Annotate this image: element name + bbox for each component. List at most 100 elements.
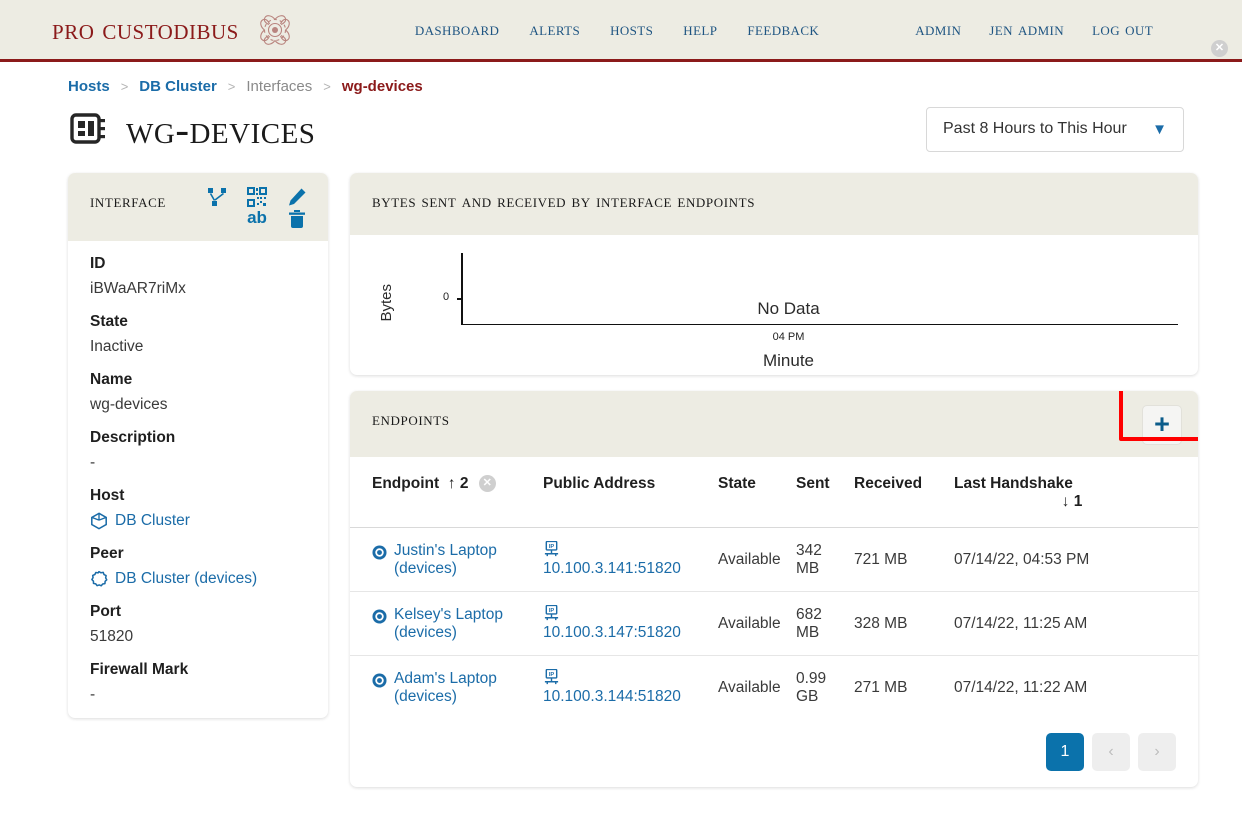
column-header-last-handshake[interactable]: Last Handshake ↓ 1 ✕	[954, 40, 1228, 528]
sort-order-last-handshake: 1	[1073, 493, 1083, 510]
endpoints-table-header: Endpoint ↑ 2 ✕ Public Address State Sent…	[350, 40, 1228, 528]
cell-received: 271 MB	[854, 655, 954, 719]
detail-value-port: 51820	[90, 628, 134, 645]
ip-device-icon: IP	[544, 605, 559, 621]
cell-public-address: IP 10.100.3.144:51820	[543, 655, 718, 719]
chart-panel-title: Bytes Sent and Received by Interface End…	[372, 191, 756, 212]
column-label-endpoint: Endpoint	[372, 475, 440, 492]
breadcrumb: Hosts > DB Cluster > Interfaces > wg-dev…	[0, 62, 1242, 95]
detail-value-state: Inactive	[90, 338, 144, 355]
ip-device-icon: IP	[544, 541, 559, 557]
nav-user-jen-admin[interactable]: Jen Admin	[989, 19, 1064, 41]
cell-last-handshake: 07/14/22, 11:22 AM	[954, 655, 1198, 719]
sort-arrow-endpoint: ↑	[447, 475, 456, 492]
nav-hosts[interactable]: Hosts	[610, 19, 653, 41]
breadcrumb-item-interfaces[interactable]: Interfaces	[246, 78, 312, 95]
cell-endpoint: Kelsey's Laptop (devices)	[350, 591, 543, 656]
cell-last-handshake: 07/14/22, 04:53 PM	[954, 527, 1198, 592]
cell-state: Available	[718, 591, 796, 656]
endpoint-status-icon	[372, 544, 387, 560]
chart-y-tick-0: 0	[443, 291, 464, 303]
main-content: Interface	[0, 40, 1242, 787]
right-column: Bytes Sent and Received by Interface End…	[350, 40, 1228, 787]
endpoint-link[interactable]: Kelsey's Laptop (devices)	[394, 606, 535, 642]
cell-endpoint: Adam's Laptop (devices)	[350, 655, 543, 719]
endpoint-status-icon	[372, 608, 387, 624]
bytes-chart-panel: Bytes Sent and Received by Interface End…	[350, 173, 1198, 375]
detail-label-state: State	[90, 313, 128, 330]
pagination-next-button[interactable]: ›	[1138, 733, 1176, 771]
interface-panel-title: Interface	[90, 191, 166, 212]
site-header: Pro Custodibus Dashboard Alerts Hosts He…	[0, 0, 1242, 62]
nav-admin[interactable]: Admin	[915, 19, 961, 41]
topology-icon[interactable]	[207, 187, 227, 207]
interface-panel: Interface	[68, 173, 328, 718]
endpoints-table-body: Justin's Laptop (devices) IP 10.100.3.14…	[350, 527, 1198, 719]
chart-x-tick-0: 04 PM	[772, 331, 805, 343]
public-address-link[interactable]: 10.100.3.144:51820	[543, 688, 710, 706]
ab-text-icon[interactable]: ab	[247, 209, 267, 229]
nav-feedback[interactable]: Feedback	[747, 19, 819, 41]
pagination-page-1[interactable]: 1	[1046, 733, 1084, 771]
detail-label-peer: Peer	[90, 545, 124, 562]
chart-x-axis-label: Minute	[762, 351, 815, 370]
trash-icon[interactable]	[287, 209, 307, 229]
detail-label-name: Name	[90, 371, 133, 388]
nav-help[interactable]: Help	[683, 19, 717, 41]
cube-icon	[91, 512, 107, 530]
sort-indicator-last-handshake[interactable]: ↓ 1 ✕	[954, 40, 1228, 511]
pagination-prev-button[interactable]: ‹	[1092, 733, 1130, 771]
column-header-state[interactable]: State	[718, 457, 796, 528]
detail-value-host-link[interactable]: DB Cluster	[90, 512, 306, 530]
column-header-sent[interactable]: Sent	[796, 457, 854, 528]
column-label-sent: Sent	[796, 475, 830, 492]
nav-log-out[interactable]: Log Out	[1092, 19, 1153, 41]
nav-dashboard[interactable]: Dashboard	[415, 19, 500, 41]
chart-panel-header: Bytes Sent and Received by Interface End…	[350, 173, 1198, 235]
table-row: Adam's Laptop (devices) IP 10.100.3.144:…	[350, 655, 1198, 719]
pagination: 1 ‹ ›	[350, 719, 1198, 787]
column-label-state: State	[718, 475, 756, 492]
edit-pencil-icon[interactable]	[287, 187, 307, 207]
column-header-received[interactable]: Received	[854, 457, 954, 528]
brand-name: Pro Custodibus	[52, 12, 239, 46]
svg-text:IP: IP	[549, 608, 555, 614]
endpoints-table: Endpoint ↑ 2 ✕ Public Address State Sent…	[350, 40, 1228, 719]
time-range-value: Past 8 Hours to This Hour	[943, 120, 1127, 137]
page-title-group: WG-Devices	[68, 105, 315, 153]
add-endpoint-button[interactable]: +	[1142, 405, 1182, 445]
table-header-row: Endpoint ↑ 2 ✕ Public Address State Sent…	[350, 40, 1228, 528]
qr-code-icon[interactable]	[247, 187, 267, 207]
medusa-logo-icon	[260, 14, 290, 45]
chart-y-axis-label: Bytes	[378, 284, 395, 322]
sort-indicator-endpoint[interactable]: ↑ 2	[443, 475, 472, 492]
column-header-public-address[interactable]: Public Address	[543, 457, 718, 528]
breadcrumb-item-db-cluster[interactable]: DB Cluster	[139, 78, 217, 95]
interface-actions: ab	[202, 187, 312, 229]
column-header-endpoint[interactable]: Endpoint ↑ 2 ✕	[350, 457, 543, 528]
clear-sort-endpoint-icon[interactable]: ✕	[478, 475, 496, 493]
chart-body: Bytes 0 04 PM No Data Minute	[350, 235, 1198, 375]
sort-arrow-last-handshake: ↓	[1061, 493, 1070, 510]
endpoint-link[interactable]: Justin's Laptop (devices)	[394, 542, 535, 578]
cell-sent: 342 MB	[796, 527, 854, 592]
cell-endpoint: Justin's Laptop (devices)	[350, 527, 543, 592]
public-address-link[interactable]: 10.100.3.147:51820	[543, 624, 710, 642]
chevron-down-icon: ▼	[1152, 120, 1167, 138]
breadcrumb-item-hosts[interactable]: Hosts	[68, 78, 110, 95]
time-range-select[interactable]: Past 8 Hours to This Hour ▼	[926, 106, 1184, 152]
public-address-link[interactable]: 10.100.3.141:51820	[543, 560, 710, 578]
cell-received: 328 MB	[854, 591, 954, 656]
interface-panel-header: Interface	[68, 173, 328, 241]
brand-logo[interactable]: Pro Custodibus	[52, 8, 297, 52]
nav-alerts[interactable]: Alerts	[529, 19, 580, 41]
endpoints-panel-title: Endpoints	[372, 409, 450, 430]
plus-icon: +	[1154, 409, 1170, 440]
endpoint-link[interactable]: Adam's Laptop (devices)	[394, 670, 535, 706]
detail-value-name: wg-devices	[90, 396, 168, 413]
breadcrumb-item-current: wg-devices	[341, 78, 423, 95]
detail-value-peer-link[interactable]: DB Cluster (devices)	[90, 570, 306, 588]
detail-label-host: Host	[90, 487, 125, 504]
detail-label-port: Port	[90, 603, 121, 620]
sort-order-endpoint: 2	[459, 475, 469, 492]
